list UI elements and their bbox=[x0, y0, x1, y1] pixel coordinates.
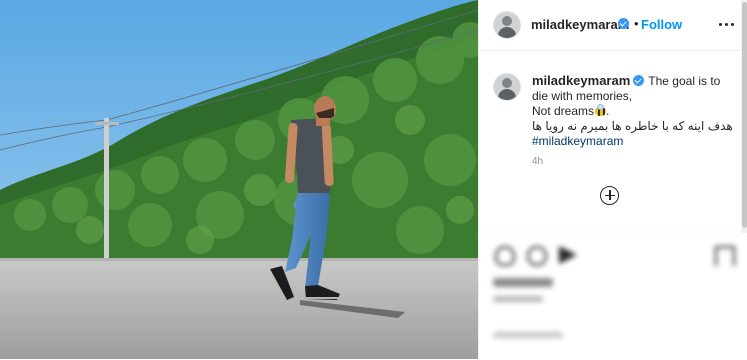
scrollbar-thumb[interactable] bbox=[742, 2, 747, 228]
post-photo[interactable] bbox=[0, 0, 478, 359]
caption-hashtag[interactable]: #miladkeymaram bbox=[532, 134, 738, 149]
verified-badge-icon bbox=[633, 75, 645, 86]
caption-line-1: miladkeymaram The goal is to die with mem… bbox=[532, 73, 738, 104]
author-avatar[interactable] bbox=[493, 11, 521, 39]
comments-section: miladkeymaram The goal is to die with mem… bbox=[479, 51, 741, 227]
comment-icon[interactable] bbox=[527, 246, 547, 266]
more-options-icon[interactable] bbox=[717, 14, 737, 34]
bee-emoji-icon bbox=[595, 104, 607, 116]
post-caption: miladkeymaram The goal is to die with mem… bbox=[532, 73, 738, 149]
load-more-comments-icon[interactable] bbox=[600, 186, 619, 205]
caption-text-line-2-end: . bbox=[606, 104, 610, 118]
post-side-panel: miladkeymaram • Follow miladkeymaram The … bbox=[478, 0, 747, 359]
add-comment-blurred bbox=[493, 332, 563, 338]
verified-badge-icon bbox=[618, 18, 629, 29]
like-icon[interactable] bbox=[495, 246, 515, 266]
post-header: miladkeymaram • Follow bbox=[479, 0, 741, 51]
share-icon[interactable] bbox=[559, 246, 577, 264]
follow-button[interactable]: Follow bbox=[641, 17, 682, 32]
likes-count-blurred bbox=[493, 278, 553, 287]
separator-dot: • bbox=[634, 16, 639, 31]
timestamp-blurred bbox=[493, 296, 543, 302]
instagram-post: miladkeymaram • Follow miladkeymaram The … bbox=[0, 0, 747, 359]
save-icon[interactable] bbox=[715, 246, 735, 266]
caption-text-line-2: Not dreams bbox=[532, 104, 595, 118]
photo-scene bbox=[0, 0, 478, 359]
post-time-ago[interactable]: 4h bbox=[532, 156, 543, 167]
caption-text-persian: هدف اینه که با خاطره ها بمیرم نه رویا ها bbox=[532, 119, 733, 133]
caption-username[interactable]: miladkeymaram bbox=[532, 73, 630, 88]
author-username[interactable]: miladkeymaram bbox=[531, 17, 629, 32]
caption-line-2: Not dreams. bbox=[532, 104, 738, 119]
caption-avatar[interactable] bbox=[493, 73, 521, 101]
comments-scrollbar[interactable] bbox=[741, 0, 747, 233]
post-actions-blurred bbox=[479, 233, 747, 360]
